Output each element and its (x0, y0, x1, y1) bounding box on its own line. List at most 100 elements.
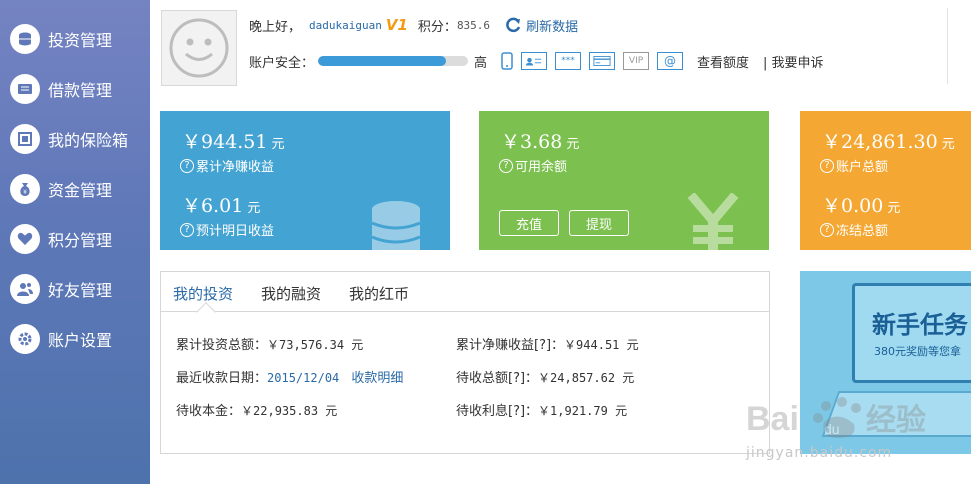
withdraw-button[interactable]: 提现 (569, 210, 629, 236)
points-label: 积分： (417, 19, 457, 35)
amount-unit: 元 (271, 137, 285, 152)
info-value: ￥24,857.62 元 (538, 371, 635, 385)
security-level: 高 (474, 55, 488, 71)
email-icon[interactable]: @ (657, 52, 684, 70)
amount-unit: 元 (566, 137, 580, 152)
svg-text:Bai: Bai (746, 400, 799, 438)
last-receipt-date-row: 最近收款日期：2015/12/04 收款明细 (176, 367, 403, 386)
amount-value: ￥3.68 (501, 131, 563, 153)
sidebar-item-label: 资金管理 (48, 181, 113, 200)
sidebar-item-loans[interactable]: 借款管理 (10, 69, 148, 109)
last-receipt-date[interactable]: 2015/12/04 (267, 371, 339, 385)
info-label: 待收总额[?]： (456, 371, 539, 386)
help-icon[interactable]: ? (180, 158, 194, 173)
caption-text: 账户总额 (836, 160, 889, 175)
info-value: ￥22,935.83 元 (241, 404, 338, 418)
phone-icon[interactable] (501, 52, 513, 70)
avatar[interactable] (161, 10, 237, 86)
sidebar-item-label: 我的保险箱 (48, 131, 129, 150)
complain-link[interactable]: | 我要申诉 (763, 52, 824, 71)
caption-text: 预计明日收益 (196, 224, 275, 239)
sidebar-item-friends[interactable]: 好友管理 (10, 269, 148, 309)
tab-my-investment[interactable]: 我的投资 (173, 283, 233, 304)
info-value: ￥73,576.34 元 (267, 338, 364, 352)
pending-interest-row: 待收利息[?]：￥1,921.79 元 (456, 400, 627, 419)
heart-icon (10, 224, 40, 254)
friends-icon (10, 274, 40, 304)
greeting-row: 晚上好， dadukaiguan V1 积分： 835.6 刷新数据 (249, 14, 578, 36)
help-icon[interactable]: ? (499, 158, 513, 173)
sidebar-item-label: 好友管理 (48, 281, 113, 300)
sidebar-item-points[interactable]: 积分管理 (10, 219, 148, 259)
amount-unit: 元 (887, 201, 901, 216)
svg-text:¥: ¥ (23, 189, 27, 196)
help-icon[interactable]: ? (180, 222, 194, 237)
sidebar: 投资管理 借款管理 我的保险箱 ¥ 资金管理 积分管理 好友管理 账户设置 (0, 0, 150, 484)
password-icon[interactable]: *** (555, 52, 582, 70)
total-account-card: ￥24,861.30 元 ? 账户总额 ￥0.00 元 ? 冻结总额 (800, 111, 971, 250)
recharge-button[interactable]: 充值 (499, 210, 559, 236)
greeting-text: 晚上好， (249, 19, 302, 35)
tab-my-financing[interactable]: 我的融资 (261, 283, 321, 304)
id-card-icon[interactable] (521, 52, 548, 70)
sidebar-item-funds[interactable]: ¥ 资金管理 (10, 169, 148, 209)
refresh-label: 刷新数据 (526, 19, 579, 35)
frozen-total-caption: ? 冻结总额 (820, 220, 888, 239)
available-balance-amount: ￥3.68 元 (501, 127, 579, 154)
info-label: 待收利息[?]： (456, 404, 539, 419)
caption-text: 可用余额 (515, 160, 568, 175)
gear-icon (10, 324, 40, 354)
info-label: 累计投资总额： (176, 338, 268, 353)
frozen-total-amount: ￥0.00 元 (822, 191, 900, 218)
check-quota-link[interactable]: 查看额度 (697, 52, 749, 71)
sidebar-item-investment[interactable]: 投资管理 (10, 19, 148, 59)
coin-stack-icon (371, 201, 421, 250)
refresh-icon (506, 17, 521, 33)
promo-title: 新手任务 (872, 311, 968, 339)
help-icon[interactable]: ? (820, 158, 834, 173)
cumulative-earnings-amount: ￥944.51 元 (182, 127, 285, 154)
tomorrow-earnings-amount: ￥6.01 元 (182, 191, 260, 218)
caption-text: 冻结总额 (836, 224, 889, 239)
tab-my-red-coins[interactable]: 我的红币 (349, 283, 409, 304)
available-balance-caption: ? 可用余额 (499, 156, 567, 175)
watermark-url: jingyan.baidu.com (746, 445, 893, 461)
promo-subtitle: 380元奖励等您拿 (874, 345, 961, 358)
yuan-icon (687, 193, 739, 250)
panel-divider (947, 8, 948, 84)
points-value: 835.6 (456, 18, 491, 32)
investment-tabs: 我的投资 我的融资 我的红币 (161, 272, 769, 322)
security-row: 账户安全： 高 *** VIP @ 查看额度 | 我要申诉 (249, 50, 824, 72)
security-label: 账户安全： (249, 55, 315, 71)
receipt-details-link[interactable]: 收款明细 (351, 371, 403, 386)
vip-icon[interactable]: VIP (623, 52, 650, 70)
sidebar-item-settings[interactable]: 账户设置 (10, 319, 148, 359)
safe-icon (10, 124, 40, 154)
bank-card-icon[interactable] (589, 52, 616, 70)
amount-value: ￥24,861.30 (822, 131, 938, 153)
sidebar-item-safe[interactable]: 我的保险箱 (10, 119, 148, 159)
help-icon[interactable]: ? (820, 222, 834, 237)
verification-icons: *** VIP @ (501, 52, 684, 70)
info-label: 累计净赚收益[?]： (456, 338, 565, 353)
pending-total-row: 待收总额[?]：￥24,857.62 元 (456, 367, 634, 386)
sidebar-item-label: 借款管理 (48, 81, 113, 100)
earnings-card: ￥944.51 元 ? 累计净赚收益 ￥6.01 元 ? 预计明日收益 (160, 111, 450, 250)
security-progress-bar (318, 56, 469, 66)
amount-value: ￥944.51 (182, 131, 268, 153)
info-label: 待收本金： (176, 404, 242, 419)
balance-card: ￥3.68 元 ? 可用余额 充值 提现 (479, 111, 769, 250)
sidebar-item-label: 账户设置 (48, 331, 113, 350)
username[interactable]: dadukaiguan (309, 19, 382, 32)
amount-value: ￥0.00 (822, 195, 884, 217)
sidebar-item-label: 积分管理 (48, 231, 113, 250)
info-label: 最近收款日期： (176, 371, 268, 386)
amount-unit: 元 (247, 201, 261, 216)
account-total-caption: ? 账户总额 (820, 156, 888, 175)
baidu-watermark-logo: Bai du 经验 (746, 397, 926, 438)
svg-text:du: du (824, 421, 840, 437)
sidebar-item-label: 投资管理 (48, 31, 113, 50)
pending-principal-row: 待收本金：￥22,935.83 元 (176, 400, 337, 419)
info-value: ￥1,921.79 元 (538, 404, 628, 418)
refresh-data-button[interactable]: 刷新数据 (504, 16, 578, 35)
